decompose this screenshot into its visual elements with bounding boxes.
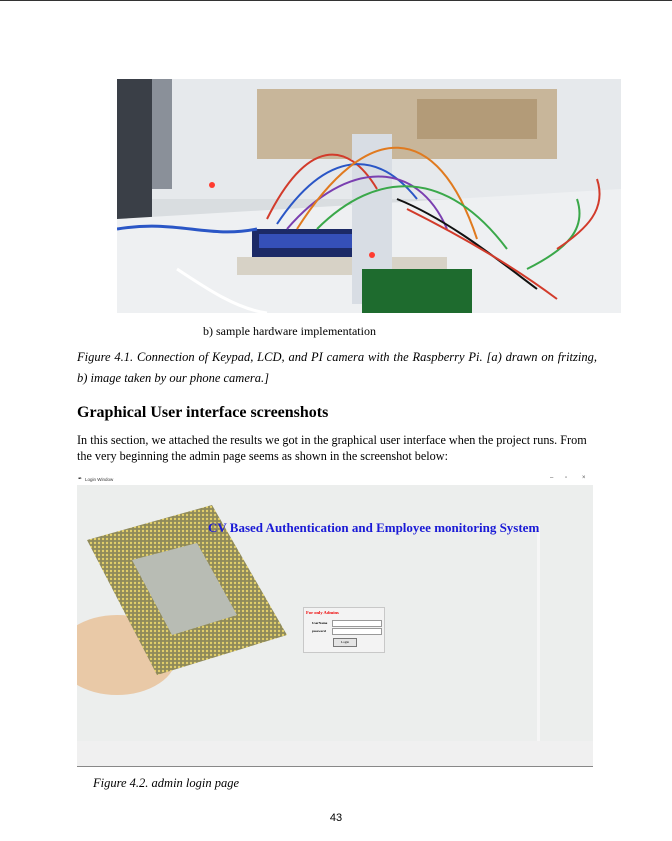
hardware-photo [117, 79, 621, 313]
login-button[interactable]: Login [333, 638, 357, 647]
username-input[interactable] [332, 620, 382, 627]
figure-4-2-caption: Figure 4.2. admin login page [93, 776, 240, 790]
feather-icon: ✒ [78, 476, 83, 482]
section-paragraph: In this section, we attached the results… [77, 433, 587, 463]
password-label: password [312, 629, 326, 633]
app-title: CV Based Authentication and Employee mon… [208, 520, 540, 535]
login-window-screenshot: ✒ Login Window – ▫ × CV Based Authentica… [77, 473, 593, 767]
window-title: Login Window [85, 476, 114, 482]
close-icon[interactable]: × [582, 475, 586, 481]
section-heading: Graphical User interface screenshots [77, 404, 329, 421]
restore-icon[interactable]: ▫ [565, 475, 567, 481]
minimize-icon[interactable]: – [550, 475, 553, 481]
window-titlebar: ✒ Login Window – ▫ × [77, 473, 593, 485]
admin-login-panel: For only Admins UserName password Login [303, 607, 385, 653]
page-number: 43 [329, 812, 343, 824]
password-input[interactable] [332, 628, 382, 635]
username-label: UserName [312, 621, 328, 625]
page-top-rule [0, 0, 672, 1]
figure-subcaption: b) sample hardware implementation [203, 324, 376, 338]
app-canvas: CV Based Authentication and Employee mon… [77, 485, 593, 741]
figure-4-1-caption: Figure 4.1. Connection of Keypad, LCD, a… [77, 350, 597, 385]
login-panel-title: For only Admins [306, 610, 339, 615]
